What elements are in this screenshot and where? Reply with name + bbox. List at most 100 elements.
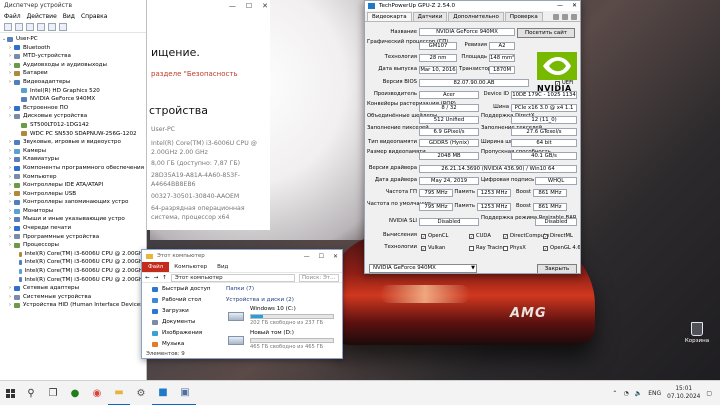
value-gpu[interactable]: GM107 (419, 42, 457, 50)
tree-device[interactable]: Intel(R) Core(TM) i3-6006U CPU @ 2.00GHz (0, 258, 146, 267)
ribbon-file-tab[interactable]: Файл (142, 262, 170, 272)
search-icon[interactable]: ⚲ (20, 381, 42, 405)
tree-category[interactable]: › Сетевые адаптеры (0, 284, 146, 293)
value-directx[interactable]: 12 (11_0) (511, 116, 577, 124)
value-revision[interactable]: A2 (489, 42, 515, 50)
tree-category[interactable]: › Системные устройства (0, 293, 146, 302)
tree-device[interactable]: WDC PC SN530 SDAPNUW-256G-1202 (0, 130, 146, 139)
menu-file[interactable]: Файл (4, 12, 21, 22)
minimize-icon[interactable]: — (557, 1, 563, 11)
tab-advanced[interactable]: Дополнительно (448, 12, 504, 21)
value-boost[interactable]: 861 MHz (533, 189, 567, 197)
value-defboost[interactable]: 861 MHz (533, 203, 567, 211)
value-memtype[interactable]: GDDR5 (Hynix) (419, 139, 479, 147)
camera-icon[interactable] (553, 14, 559, 20)
device-manager-taskbar-icon[interactable]: ▣ (174, 381, 196, 405)
value-transistors[interactable]: 1870M (489, 66, 515, 74)
close-icon[interactable]: ✕ (262, 2, 268, 10)
gpu-select[interactable]: NVIDIA GeForce 940MX ▼ (369, 264, 477, 273)
minimize-icon[interactable]: — (229, 2, 236, 10)
nav-item[interactable]: Быстрый доступ (142, 284, 222, 295)
tree-category[interactable]: › Контроллеры запоминающих устро (0, 198, 146, 207)
value-texture[interactable]: 27.6 GTexel/s (511, 128, 577, 136)
tree-category[interactable]: › Контроллеры USB (0, 190, 146, 199)
help-icon[interactable] (37, 23, 45, 31)
drives-group-header[interactable]: Устройства и диски (2) (224, 295, 342, 306)
nav-item[interactable]: Документы (142, 317, 222, 328)
tree-device[interactable]: Intel(R) HD Graphics 520 (0, 87, 146, 96)
clock[interactable]: 15:01 07.10.2024 (667, 385, 700, 401)
up-arrow-icon[interactable]: ↑ (162, 275, 167, 281)
maximize-icon[interactable]: ☐ (246, 2, 252, 10)
value-bios[interactable]: 82.07.90.00.AB (419, 79, 529, 87)
close-icon[interactable]: ✕ (572, 1, 577, 11)
tree-category[interactable]: › Устройства HID (Human Interface Devices… (0, 301, 146, 310)
lookup-button[interactable]: Посетить сайт (517, 28, 575, 38)
start-button[interactable] (0, 381, 20, 405)
forward-arrow-icon[interactable]: → (154, 275, 159, 281)
tree-device[interactable]: ST500LT012-1DG142 (0, 121, 146, 130)
value-resizable[interactable]: Disabled (535, 218, 577, 226)
tree-category[interactable]: › Камеры (0, 147, 146, 156)
close-icon[interactable]: ✕ (333, 253, 338, 260)
properties-icon[interactable] (26, 23, 34, 31)
tree-category[interactable]: › MTD-устройства (0, 52, 146, 61)
tree-root[interactable]: ⌄ User-PC (0, 35, 146, 44)
value-memory[interactable]: 1253 MHz (477, 189, 511, 197)
back-icon[interactable] (4, 23, 12, 31)
menu-action[interactable]: Действие (27, 12, 57, 22)
tree-category[interactable]: › Bluetooth (0, 44, 146, 53)
task-view-icon[interactable]: ❐ (42, 381, 64, 405)
tree-category[interactable]: › Встроенное ПО (0, 104, 146, 113)
forward-icon[interactable] (15, 23, 23, 31)
value-driver[interactable]: 26.21.14.3690 (NVIDIA 436.90) / Win10 64 (419, 165, 577, 173)
settings-icon[interactable]: ⚙ (130, 381, 152, 405)
value-bus[interactable]: PCIe x16 3.0 @ x4 1.1 (511, 104, 577, 112)
value-driverdate[interactable]: May 24, 2019 (419, 177, 479, 185)
value-device_id[interactable]: 10DE 179C - 1025 1134 (511, 91, 577, 99)
value-signature[interactable]: WHQL (535, 177, 577, 185)
value-buswidth[interactable]: 64 bit (511, 139, 577, 147)
tab-graphics-card[interactable]: Видеокарта (367, 12, 412, 21)
tree-category[interactable]: › Мониторы (0, 207, 146, 216)
tree-category[interactable]: › Очереди печати (0, 224, 146, 233)
value-shaders[interactable]: 512 Unified (419, 116, 479, 124)
volume-icon[interactable]: 🔈 (635, 390, 642, 397)
tree-device[interactable]: Intel(R) Core(TM) i3-6006U CPU @ 2.00GHz (0, 276, 146, 285)
tree-category[interactable]: › Процессоры (0, 241, 146, 250)
value-defclock[interactable]: 795 MHz (419, 203, 453, 211)
xbox-icon[interactable]: ● (64, 381, 86, 405)
search-input[interactable]: Поиск: Эт... (299, 273, 339, 282)
back-arrow-icon[interactable]: ← (145, 275, 150, 281)
tree-device[interactable]: NVIDIA GeForce 940MX (0, 95, 146, 104)
tree-device[interactable]: Intel(R) Core(TM) i3-6006U CPU @ 2.00GHz (0, 250, 146, 259)
network-icon[interactable]: ◔ (623, 390, 628, 397)
value-memsize[interactable]: 2048 MB (419, 152, 479, 160)
chrome-icon[interactable]: ◉ (86, 381, 108, 405)
tree-category[interactable]: › Программные устройства (0, 233, 146, 242)
monitor-icon[interactable] (59, 23, 67, 31)
drive-item[interactable]: Windows 10 (C:) 202 ГБ свободно из 237 ГБ (224, 306, 342, 330)
tree-device[interactable]: Intel(R) Core(TM) i3-6006U CPU @ 2.00GHz (0, 267, 146, 276)
menu-help[interactable]: Справка (81, 12, 107, 22)
folders-group-header[interactable]: Папки (7) (224, 284, 342, 295)
value-sli[interactable]: Disabled (419, 218, 479, 226)
menu-icon[interactable] (571, 14, 577, 20)
ribbon-computer-tab[interactable]: Компьютер (169, 264, 212, 270)
tree-category[interactable]: › Видеоадаптеры (0, 78, 146, 87)
menu-view[interactable]: Вид (63, 12, 75, 22)
tree-category[interactable]: › Дисковые устройства (0, 112, 146, 121)
recycle-bin[interactable]: Корзина (682, 322, 712, 344)
refresh-icon[interactable] (562, 14, 568, 20)
value-defmemory[interactable]: 1253 MHz (477, 203, 511, 211)
scan-icon[interactable] (48, 23, 56, 31)
maximize-icon[interactable]: ☐ (319, 253, 324, 260)
address-bar[interactable]: Этот компьютер (170, 273, 295, 282)
value-die[interactable]: 148 mm² (489, 54, 515, 62)
notifications-icon[interactable]: ▢ (706, 390, 712, 397)
gpuz-taskbar-icon[interactable]: ■ (152, 381, 174, 405)
tree-category[interactable]: › Компьютер (0, 173, 146, 182)
value-name[interactable]: NVIDIA GeForce 940MX (419, 28, 515, 36)
file-explorer-icon[interactable]: ▬ (108, 381, 130, 405)
tree-category[interactable]: › Компоненты программного обеспечения (0, 164, 146, 173)
